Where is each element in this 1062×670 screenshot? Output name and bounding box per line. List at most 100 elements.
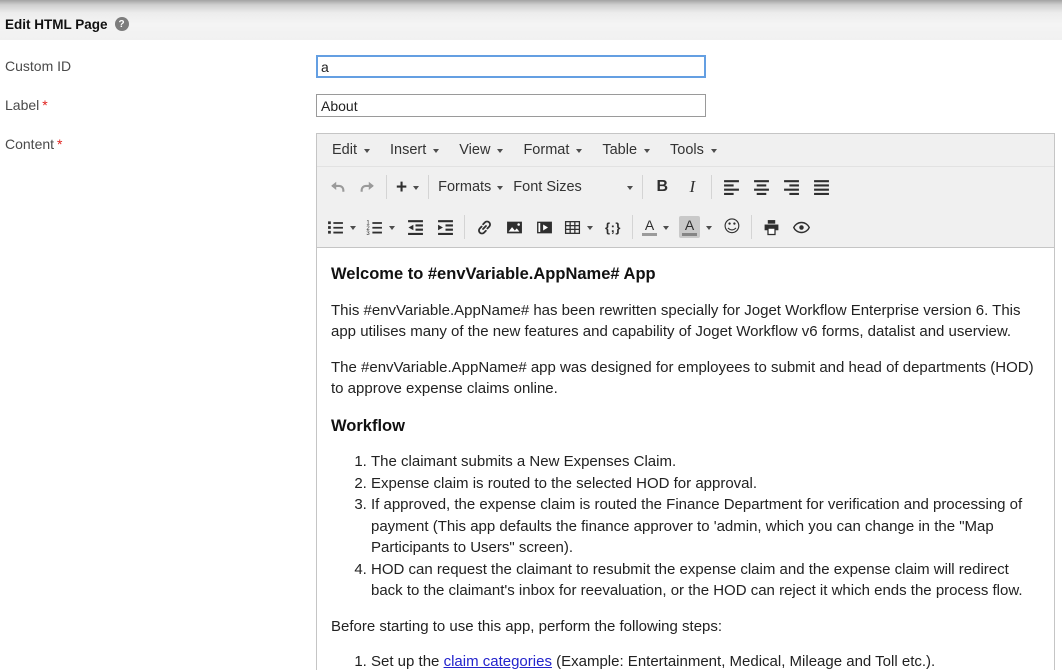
page-header: Edit HTML Page ? [0, 0, 1062, 40]
content-row: Content* Edit Insert View Format Table T… [0, 133, 1062, 670]
chevron-down-icon [433, 149, 439, 153]
list-item: Expense claim is routed to the selected … [371, 473, 1036, 495]
chevron-down-icon [497, 186, 503, 190]
bullet-list-icon [327, 219, 344, 236]
insert-template-button[interactable]: + [391, 172, 424, 202]
align-justify-button[interactable] [806, 172, 836, 202]
required-asterisk: * [57, 136, 62, 152]
redo-button[interactable] [352, 172, 382, 202]
numbered-list-button[interactable]: 123 [361, 212, 400, 242]
content-paragraph: This #envVariable.AppName# has been rewr… [331, 300, 1036, 343]
emoticons-button[interactable]: ☺ [717, 212, 747, 242]
rich-text-editor: Edit Insert View Format Table Tools + [316, 133, 1055, 670]
chevron-down-icon [711, 149, 717, 153]
editor-toolbar-row2: 123 [317, 207, 1054, 247]
menu-edit[interactable]: Edit [322, 136, 380, 164]
indent-icon [437, 219, 454, 236]
insert-image-button[interactable] [499, 212, 529, 242]
text-color-icon: A [642, 218, 657, 236]
background-color-button[interactable]: A [674, 212, 717, 242]
required-asterisk: * [42, 97, 47, 113]
preview-button[interactable] [786, 212, 816, 242]
editor-content[interactable]: Welcome to #envVariable.AppName# App Thi… [317, 247, 1054, 670]
chevron-down-icon [587, 226, 593, 230]
chevron-down-icon [413, 186, 419, 190]
menu-insert[interactable]: Insert [380, 136, 449, 164]
workflow-steps-list: The claimant submits a New Expenses Clai… [331, 451, 1036, 602]
media-icon [536, 219, 553, 236]
svg-text:3: 3 [366, 231, 370, 236]
code-icon: {;} [605, 220, 621, 235]
smiley-icon: ☺ [723, 219, 741, 236]
bold-button[interactable]: B [647, 172, 677, 202]
formats-select[interactable]: Formats [433, 172, 508, 202]
label-row: Label* [0, 94, 1062, 117]
chevron-down-icon [644, 149, 650, 153]
custom-id-label: Custom ID [0, 55, 316, 74]
undo-button[interactable] [322, 172, 352, 202]
outdent-icon [407, 219, 424, 236]
numbered-list-icon: 123 [366, 219, 383, 236]
plus-icon: + [396, 178, 407, 197]
background-color-icon: A [679, 216, 700, 238]
bold-icon: B [657, 178, 669, 196]
editor-menubar: Edit Insert View Format Table Tools [317, 134, 1054, 167]
print-button[interactable] [756, 212, 786, 242]
edit-html-page-form: Custom ID Label* Content* Edit Insert Vi… [0, 40, 1062, 670]
chevron-down-icon [627, 186, 633, 190]
chevron-down-icon [389, 226, 395, 230]
menu-table[interactable]: Table [592, 136, 660, 164]
font-sizes-select[interactable]: Font Sizes [508, 172, 638, 202]
content-paragraph: The #envVariable.AppName# app was design… [331, 357, 1036, 400]
editor-toolbar-row1: + Formats Font Sizes B I [317, 167, 1054, 207]
page-title: Edit HTML Page [5, 17, 108, 32]
align-justify-icon [813, 179, 830, 196]
align-right-button[interactable] [776, 172, 806, 202]
insert-code-button[interactable]: {;} [598, 212, 628, 242]
help-icon[interactable]: ? [115, 17, 129, 31]
italic-button[interactable]: I [677, 172, 707, 202]
claim-categories-link[interactable]: claim categories [444, 653, 552, 670]
align-center-icon [753, 179, 770, 196]
insert-link-button[interactable] [469, 212, 499, 242]
print-icon [763, 219, 780, 236]
chevron-down-icon [364, 149, 370, 153]
indent-button[interactable] [430, 212, 460, 242]
align-left-button[interactable] [716, 172, 746, 202]
menu-format[interactable]: Format [513, 136, 592, 164]
insert-table-button[interactable] [559, 212, 598, 242]
align-center-button[interactable] [746, 172, 776, 202]
chevron-down-icon [497, 149, 503, 153]
list-item: The claimant submits a New Expenses Clai… [371, 451, 1036, 473]
chevron-down-icon [350, 226, 356, 230]
menu-view[interactable]: View [449, 136, 513, 164]
align-right-icon [783, 179, 800, 196]
link-icon [476, 219, 493, 236]
setup-steps-list: Set up the claim categories (Example: En… [331, 651, 1036, 670]
list-item: HOD can request the claimant to resubmit… [371, 559, 1036, 602]
image-icon [506, 219, 523, 236]
content-heading-workflow: Workflow [331, 416, 1036, 438]
italic-icon: I [689, 177, 695, 197]
content-label: Content* [0, 133, 316, 152]
redo-icon [359, 179, 376, 196]
list-item: Set up the claim categories (Example: En… [371, 651, 1036, 670]
undo-icon [329, 179, 346, 196]
chevron-down-icon [663, 226, 669, 230]
custom-id-input[interactable] [316, 55, 706, 78]
label-input[interactable] [316, 94, 706, 117]
label-label: Label* [0, 94, 316, 113]
align-left-icon [723, 179, 740, 196]
table-icon [564, 219, 581, 236]
eye-icon [793, 219, 810, 236]
chevron-down-icon [706, 226, 712, 230]
insert-media-button[interactable] [529, 212, 559, 242]
text-color-button[interactable]: A [637, 212, 674, 242]
outdent-button[interactable] [400, 212, 430, 242]
bullet-list-button[interactable] [322, 212, 361, 242]
list-item: If approved, the expense claim is routed… [371, 494, 1036, 559]
menu-tools[interactable]: Tools [660, 136, 727, 164]
chevron-down-icon [576, 149, 582, 153]
custom-id-row: Custom ID [0, 55, 1062, 78]
content-heading-welcome: Welcome to #envVariable.AppName# App [331, 264, 1036, 286]
